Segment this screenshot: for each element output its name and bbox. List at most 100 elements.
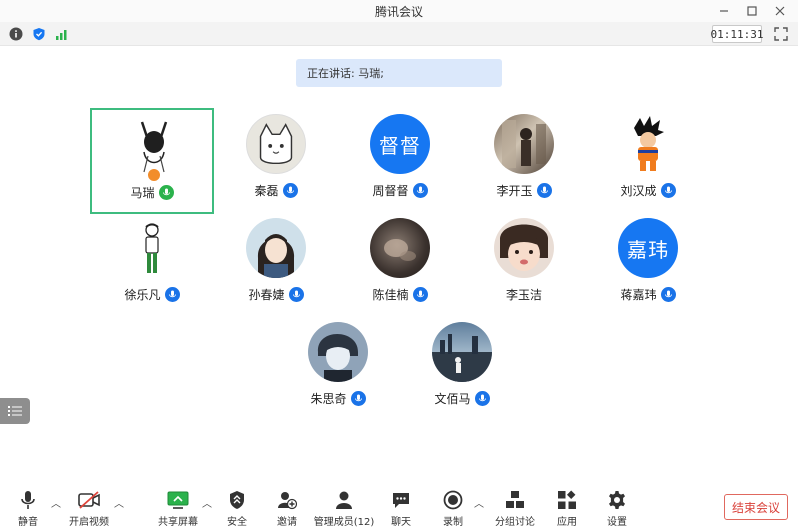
security-label: 安全 xyxy=(227,517,247,528)
participant-name-row: 马瑞 xyxy=(92,184,212,201)
mute-button[interactable]: 静音 xyxy=(14,490,42,528)
participant-name: 孙春婕 xyxy=(248,288,285,302)
mic-icon xyxy=(288,287,304,302)
video-options-chevron-icon[interactable]: ︿ xyxy=(114,495,124,510)
participant-name-row: 孙春婕 xyxy=(214,286,338,303)
participant-tile[interactable]: 文佰马 xyxy=(400,316,524,422)
participant-tile[interactable]: 孙春婕 xyxy=(214,212,338,318)
participant-name-row: 秦磊 xyxy=(214,182,338,199)
avatar xyxy=(370,218,430,278)
record-options-chevron-icon[interactable]: ︿ xyxy=(474,495,484,510)
mic-icon xyxy=(660,287,676,302)
share-screen-button[interactable]: 共享屏幕 xyxy=(156,490,200,528)
apps-button[interactable]: 应用 xyxy=(554,490,580,528)
window-title: 腾讯会议 xyxy=(374,5,423,19)
mic-icon xyxy=(282,183,298,198)
invite-button[interactable]: 邀请 xyxy=(274,490,300,528)
close-icon[interactable] xyxy=(770,1,790,21)
manage-members-button[interactable]: 管理成员(12) xyxy=(314,490,374,528)
fullscreen-icon[interactable] xyxy=(772,25,790,43)
participant-name-row: 陈佳楠 xyxy=(338,286,462,303)
avatar: 嘉玮 xyxy=(618,218,678,278)
participant-name: 马瑞 xyxy=(130,186,155,200)
status-bar: 01:11:31 xyxy=(0,22,798,46)
avatar xyxy=(246,114,306,174)
speaking-banner: 正在讲话: 马瑞; xyxy=(296,59,502,87)
host-badge xyxy=(147,168,161,182)
participant-name: 徐乐凡 xyxy=(124,288,161,302)
participant-list-toggle[interactable] xyxy=(0,398,30,424)
participant-name: 朱思奇 xyxy=(310,392,347,406)
avatar xyxy=(308,322,368,382)
security-button[interactable]: 安全 xyxy=(224,490,250,528)
participant-tile[interactable]: 李开玉 xyxy=(462,108,586,214)
share-options-chevron-icon[interactable]: ︿ xyxy=(202,495,212,510)
participant-tile[interactable]: 督督 周督督 xyxy=(338,108,462,214)
mic-icon xyxy=(164,287,180,302)
avatar xyxy=(432,322,492,382)
mic-icon xyxy=(536,183,552,198)
shield-icon[interactable] xyxy=(31,26,47,42)
breakout-icon xyxy=(504,490,526,510)
signal-icon[interactable] xyxy=(54,26,70,42)
list-icon xyxy=(8,406,22,416)
participant-tile[interactable]: 秦磊 xyxy=(214,108,338,214)
avatar xyxy=(494,218,554,278)
participant-name: 李玉洁 xyxy=(505,288,542,302)
meeting-window: 腾讯会议 01:11:31 正在讲话: 马瑞; 马瑞 秦磊 督督 周督督 李开玉… xyxy=(0,0,798,528)
security-shield-icon xyxy=(226,490,248,510)
record-button[interactable]: 录制 xyxy=(440,490,466,528)
participant-name-row: 刘汉成 xyxy=(586,182,710,199)
participant-name-row: 朱思奇 xyxy=(276,390,400,407)
participant-name: 刘汉成 xyxy=(620,184,657,198)
mic-icon xyxy=(412,287,428,302)
invite-label: 邀请 xyxy=(277,517,297,528)
mic-icon xyxy=(350,391,366,406)
end-meeting-button[interactable]: 结束会议 xyxy=(724,494,788,520)
members-label: 管理成员(12) xyxy=(313,517,375,528)
participant-name: 周督督 xyxy=(372,184,409,198)
maximize-icon[interactable] xyxy=(742,1,762,21)
microphone-icon xyxy=(17,490,39,510)
minimize-icon[interactable] xyxy=(714,1,734,21)
avatar xyxy=(122,218,182,278)
info-icon[interactable] xyxy=(8,26,24,42)
avatar xyxy=(618,114,678,174)
settings-label: 设置 xyxy=(607,517,627,528)
participant-tile[interactable]: 刘汉成 xyxy=(586,108,710,214)
participant-name: 文佰马 xyxy=(434,392,471,406)
mic-icon xyxy=(660,183,676,198)
participant-name-row: 周督督 xyxy=(338,182,462,199)
participant-name: 李开玉 xyxy=(496,184,533,198)
participant-tile[interactable]: 马瑞 xyxy=(90,108,214,214)
apps-label: 应用 xyxy=(557,517,577,528)
participant-tile[interactable]: 嘉玮 蒋嘉玮 xyxy=(586,212,710,318)
settings-button[interactable]: 设置 xyxy=(604,490,630,528)
apps-icon xyxy=(556,490,578,510)
breakout-rooms-button[interactable]: 分组讨论 xyxy=(494,490,536,528)
video-label: 开启视频 xyxy=(69,517,109,528)
avatar xyxy=(246,218,306,278)
avatar xyxy=(124,116,184,176)
mute-options-chevron-icon[interactable]: ︿ xyxy=(51,495,61,510)
mic-icon xyxy=(474,391,490,406)
participant-tile[interactable]: 朱思奇 xyxy=(276,316,400,422)
mic-icon xyxy=(412,183,428,198)
avatar xyxy=(494,114,554,174)
gear-icon xyxy=(606,490,628,510)
participant-tile[interactable]: 陈佳楠 xyxy=(338,212,462,318)
breakout-label: 分组讨论 xyxy=(495,517,535,528)
participant-tile[interactable]: 徐乐凡 xyxy=(90,212,214,318)
title-bar: 腾讯会议 xyxy=(0,0,798,22)
record-icon xyxy=(442,490,464,510)
participant-name-row: 李玉洁 xyxy=(462,286,586,303)
chat-label: 聊天 xyxy=(391,517,411,528)
mic-active-icon xyxy=(158,185,174,200)
share-screen-icon xyxy=(167,490,189,510)
share-label: 共享屏幕 xyxy=(158,517,198,528)
chat-button[interactable]: 聊天 xyxy=(388,490,414,528)
participant-tile[interactable]: 李玉洁 xyxy=(462,212,586,318)
participant-name: 陈佳楠 xyxy=(372,288,409,302)
start-video-button[interactable]: 开启视频 xyxy=(66,490,112,528)
participant-name: 蒋嘉玮 xyxy=(620,288,657,302)
